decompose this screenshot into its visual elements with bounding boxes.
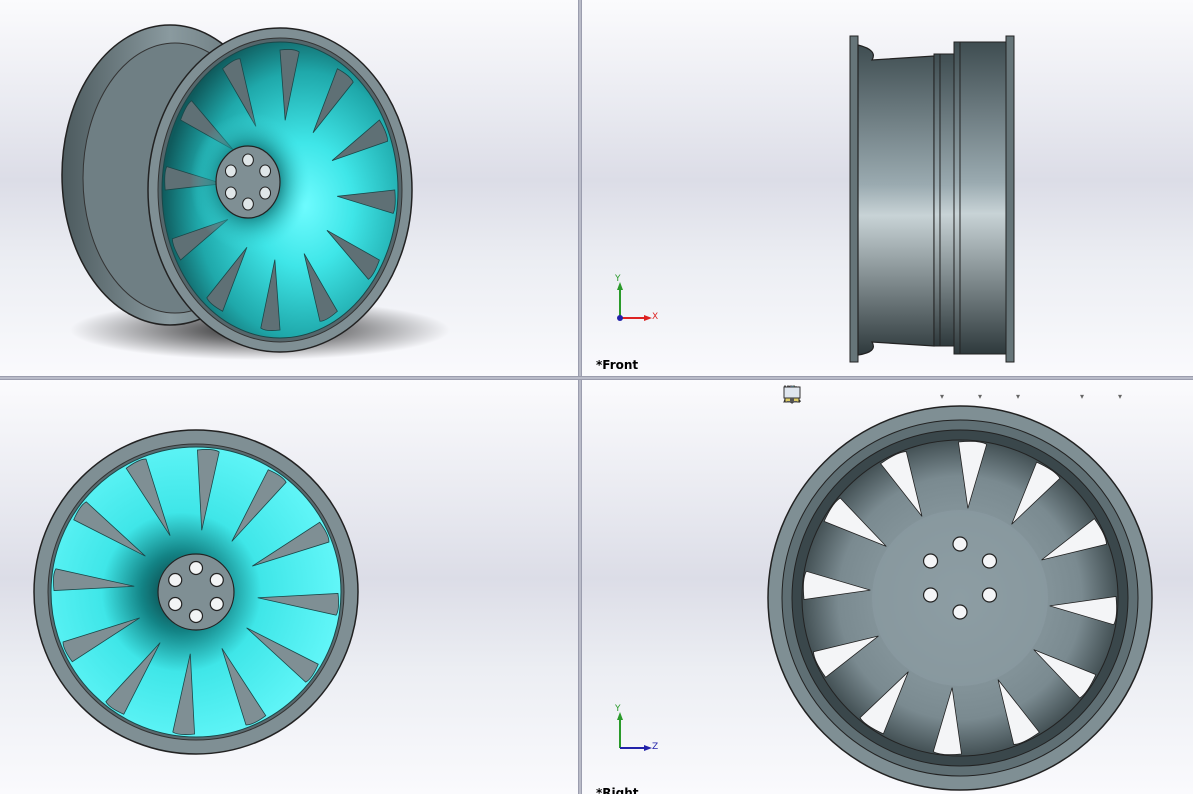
axis-y-label: Y xyxy=(615,704,621,714)
lug-hole xyxy=(981,587,998,603)
front-wheel-model xyxy=(849,35,1015,363)
viewport-front[interactable]: Y X *Front xyxy=(582,0,1193,376)
lug-hole xyxy=(922,587,939,603)
lug-hole xyxy=(952,536,968,552)
viewport-top[interactable] xyxy=(0,380,578,794)
isometric-wheel-model xyxy=(61,24,450,360)
axis-triad-right: Y Z xyxy=(612,704,662,756)
axis-y-label: Y xyxy=(615,274,621,284)
view-name-right: *Right xyxy=(596,786,639,794)
lug-hole xyxy=(224,186,237,200)
view-name-front: *Front xyxy=(596,358,639,372)
lug-hole xyxy=(168,572,183,588)
axis-z-label: Z xyxy=(652,742,659,752)
lug-hole xyxy=(242,197,254,211)
axis-x-label: X xyxy=(652,312,659,322)
lug-hole xyxy=(209,596,224,612)
lug-hole xyxy=(952,604,968,620)
lug-hole xyxy=(259,164,272,178)
viewport-splitter-vertical[interactable] xyxy=(578,0,582,794)
viewport-isometric[interactable] xyxy=(0,0,578,376)
lug-hole xyxy=(922,553,939,569)
top-wheel-model xyxy=(33,429,359,755)
lug-hole xyxy=(168,596,183,612)
axis-triad-front: Y X xyxy=(612,274,662,326)
viewport-splitter-horizontal[interactable] xyxy=(0,376,1193,380)
lug-hole xyxy=(209,572,224,588)
lug-hole xyxy=(259,186,272,200)
lug-hole xyxy=(981,553,998,569)
lug-hole xyxy=(224,164,237,178)
right-wheel-model xyxy=(767,405,1153,791)
lug-hole xyxy=(188,608,204,624)
viewport-right[interactable]: ▾ ▾ ▾ ▾ ▾ Y Z *Right xyxy=(582,380,1193,794)
lug-hole xyxy=(188,560,204,576)
lug-hole xyxy=(242,153,254,167)
